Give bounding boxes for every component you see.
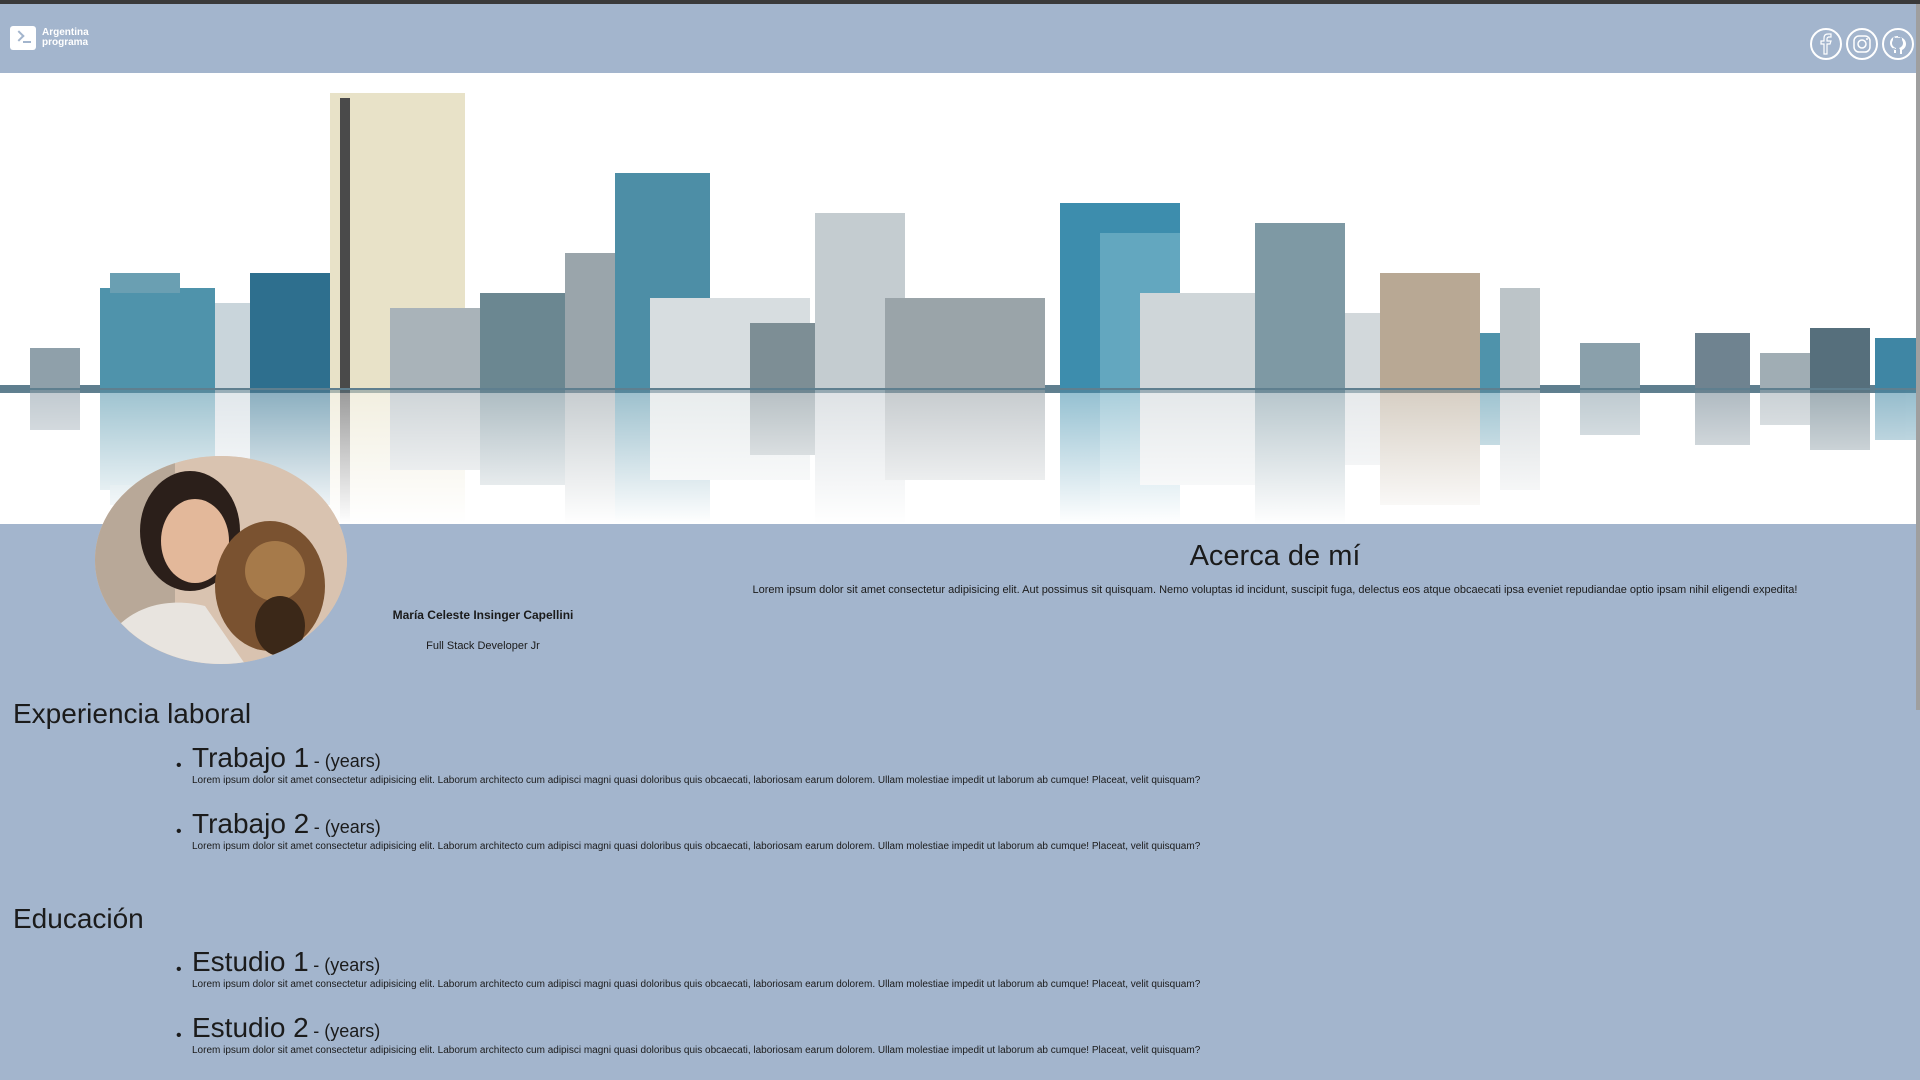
bullet-dot: • xyxy=(176,757,182,774)
profile-name: María Celeste Insinger Capellini xyxy=(392,608,574,622)
site-header: Argentina programa xyxy=(0,4,1920,73)
terminal-icon xyxy=(10,26,36,50)
experience-item-description: Lorem ipsum dolor sit amet consectetur a… xyxy=(192,775,1201,786)
education-item: • Estudio 1 - (years) Lorem ipsum dolor … xyxy=(176,946,1292,991)
experience-item: • Trabajo 1 - (years) Lorem ipsum dolor … xyxy=(176,742,1292,787)
city-skyline-image xyxy=(0,73,1916,524)
experience-section-title: Experiencia laboral xyxy=(13,698,252,729)
education-item: • Estudio 2 - (years) Lorem ipsum dolor … xyxy=(176,1012,1292,1057)
about-title: Acerca de mí xyxy=(1189,540,1361,572)
github-icon[interactable] xyxy=(1882,28,1914,60)
experience-item-title: Trabajo 2 xyxy=(192,808,310,839)
experience-item-title: Trabajo 1 xyxy=(192,742,310,773)
vertical-scrollbar[interactable] xyxy=(1916,4,1920,710)
social-links xyxy=(1810,28,1914,60)
education-item-description: Lorem ipsum dolor sit amet consectetur a… xyxy=(192,979,1201,990)
about-text: Lorem ipsum dolor sit amet consectetur a… xyxy=(752,584,1798,596)
brand-text: Argentina programa xyxy=(42,27,89,48)
education-item-years: - (years) xyxy=(313,1021,381,1041)
experience-item-description: Lorem ipsum dolor sit amet consectetur a… xyxy=(192,841,1201,852)
education-item-title: Estudio 2 xyxy=(192,1012,309,1043)
profile-avatar xyxy=(95,456,347,664)
bullet-dot: • xyxy=(176,823,182,840)
brand-logo[interactable]: Argentina programa xyxy=(10,26,102,50)
profile-photo xyxy=(95,456,347,664)
hero-skyline-banner xyxy=(0,73,1916,524)
education-item-title: Estudio 1 xyxy=(192,946,309,977)
education-item-description: Lorem ipsum dolor sit amet consectetur a… xyxy=(192,1045,1201,1056)
profile-role: Full Stack Developer Jr xyxy=(426,640,540,652)
experience-item-years: - (years) xyxy=(313,817,381,837)
instagram-icon[interactable] xyxy=(1846,28,1878,60)
facebook-icon[interactable] xyxy=(1810,28,1842,60)
education-section-title: Educación xyxy=(13,903,144,934)
bullet-dot: • xyxy=(176,961,182,978)
experience-item: • Trabajo 2 - (years) Lorem ipsum dolor … xyxy=(176,808,1292,853)
experience-item-years: - (years) xyxy=(313,751,381,771)
education-item-years: - (years) xyxy=(313,955,381,975)
bullet-dot: • xyxy=(176,1027,182,1044)
